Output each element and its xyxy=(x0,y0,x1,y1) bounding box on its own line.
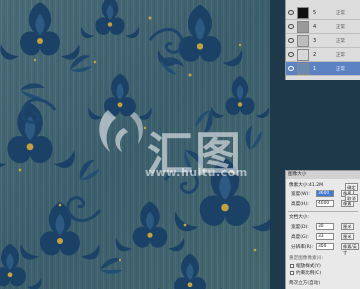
eye-icon[interactable] xyxy=(288,38,294,43)
doc-height-input[interactable]: 33 xyxy=(316,233,334,240)
eye-icon[interactable] xyxy=(288,24,294,29)
doc-height-label: 高度(G): xyxy=(291,235,309,240)
width-input[interactable]: 3600 xyxy=(316,190,334,197)
damask-artwork xyxy=(0,0,270,289)
layers-panel: 5 正常 4 正常 3 正常 2 正常 1 正常 xyxy=(285,0,360,80)
cancel-button[interactable]: 取消 xyxy=(345,194,358,202)
document-canvas[interactable] xyxy=(0,0,270,289)
doc-width-input[interactable]: 30 xyxy=(316,223,334,230)
layer-name: 3 xyxy=(313,38,317,44)
layer-row[interactable]: 3 正常 xyxy=(286,34,360,48)
layer-name: 4 xyxy=(313,24,317,30)
eye-icon[interactable] xyxy=(288,52,294,57)
height-input[interactable]: 4000 xyxy=(316,200,334,207)
pixel-dimensions-label: 像素大小:41.2M xyxy=(289,183,324,188)
layer-blend-mode: 正常 xyxy=(336,11,345,16)
scale-styles-checkbox[interactable] xyxy=(290,264,294,268)
dialog-title: 图像大小 xyxy=(286,171,360,179)
layer-blend-mode: 正常 xyxy=(336,39,345,44)
scale-styles-label: 缩放样式(Y) xyxy=(296,264,321,269)
constrain-checkbox[interactable] xyxy=(290,271,294,275)
layer-blend-mode: 正常 xyxy=(336,53,345,58)
resolution-input[interactable]: 300 xyxy=(316,243,334,250)
eye-icon[interactable] xyxy=(288,66,294,71)
constrain-label: 约束比例(C) xyxy=(296,271,322,276)
eye-icon[interactable] xyxy=(288,10,294,15)
layer-thumbnail xyxy=(297,21,309,33)
layer-thumbnail xyxy=(297,49,309,61)
layer-row[interactable]: 5 正常 xyxy=(286,6,360,20)
layer-blend-mode: 正常 xyxy=(336,67,345,72)
layer-thumbnail xyxy=(297,63,309,75)
layer-name: 1 xyxy=(313,66,317,72)
doc-size-label: 文档大小: xyxy=(289,215,309,220)
ok-button[interactable]: 确定 xyxy=(345,183,358,191)
width-label: 宽度(W): xyxy=(291,192,310,197)
image-size-dialog: 图像大小 像素大小:41.2M 宽度(W): 3600 像素 高度(H): 40… xyxy=(285,170,360,289)
resolution-unit-select[interactable]: 像素/英寸 xyxy=(341,243,359,255)
layer-name: 5 xyxy=(313,10,317,16)
photoshop-window: 汇图 www.huitu.com 5 正常 4 正常 3 正常 2 正常 1 正常 图像大小 像素… xyxy=(0,0,360,289)
layer-name: 2 xyxy=(313,52,317,58)
resample-method[interactable]: 两次立方(自动) xyxy=(289,280,320,286)
layer-row[interactable]: 1 正常 xyxy=(286,62,360,76)
layer-row[interactable]: 2 正常 xyxy=(286,48,360,62)
layer-thumbnail xyxy=(297,35,309,47)
doc-width-label: 宽度(D): xyxy=(291,225,309,230)
layer-row[interactable]: 4 正常 xyxy=(286,20,360,34)
layer-thumbnail xyxy=(297,7,309,19)
divider xyxy=(288,211,358,212)
resolution-label: 分辨率(R): xyxy=(291,245,314,250)
height-label: 高度(H): xyxy=(291,202,309,207)
doc-height-unit-select[interactable]: 厘米 xyxy=(341,233,354,240)
resample-label: 重定图像像素(I): xyxy=(289,256,324,261)
layer-blend-mode: 正常 xyxy=(336,25,345,30)
doc-width-unit-select[interactable]: 厘米 xyxy=(341,223,354,230)
